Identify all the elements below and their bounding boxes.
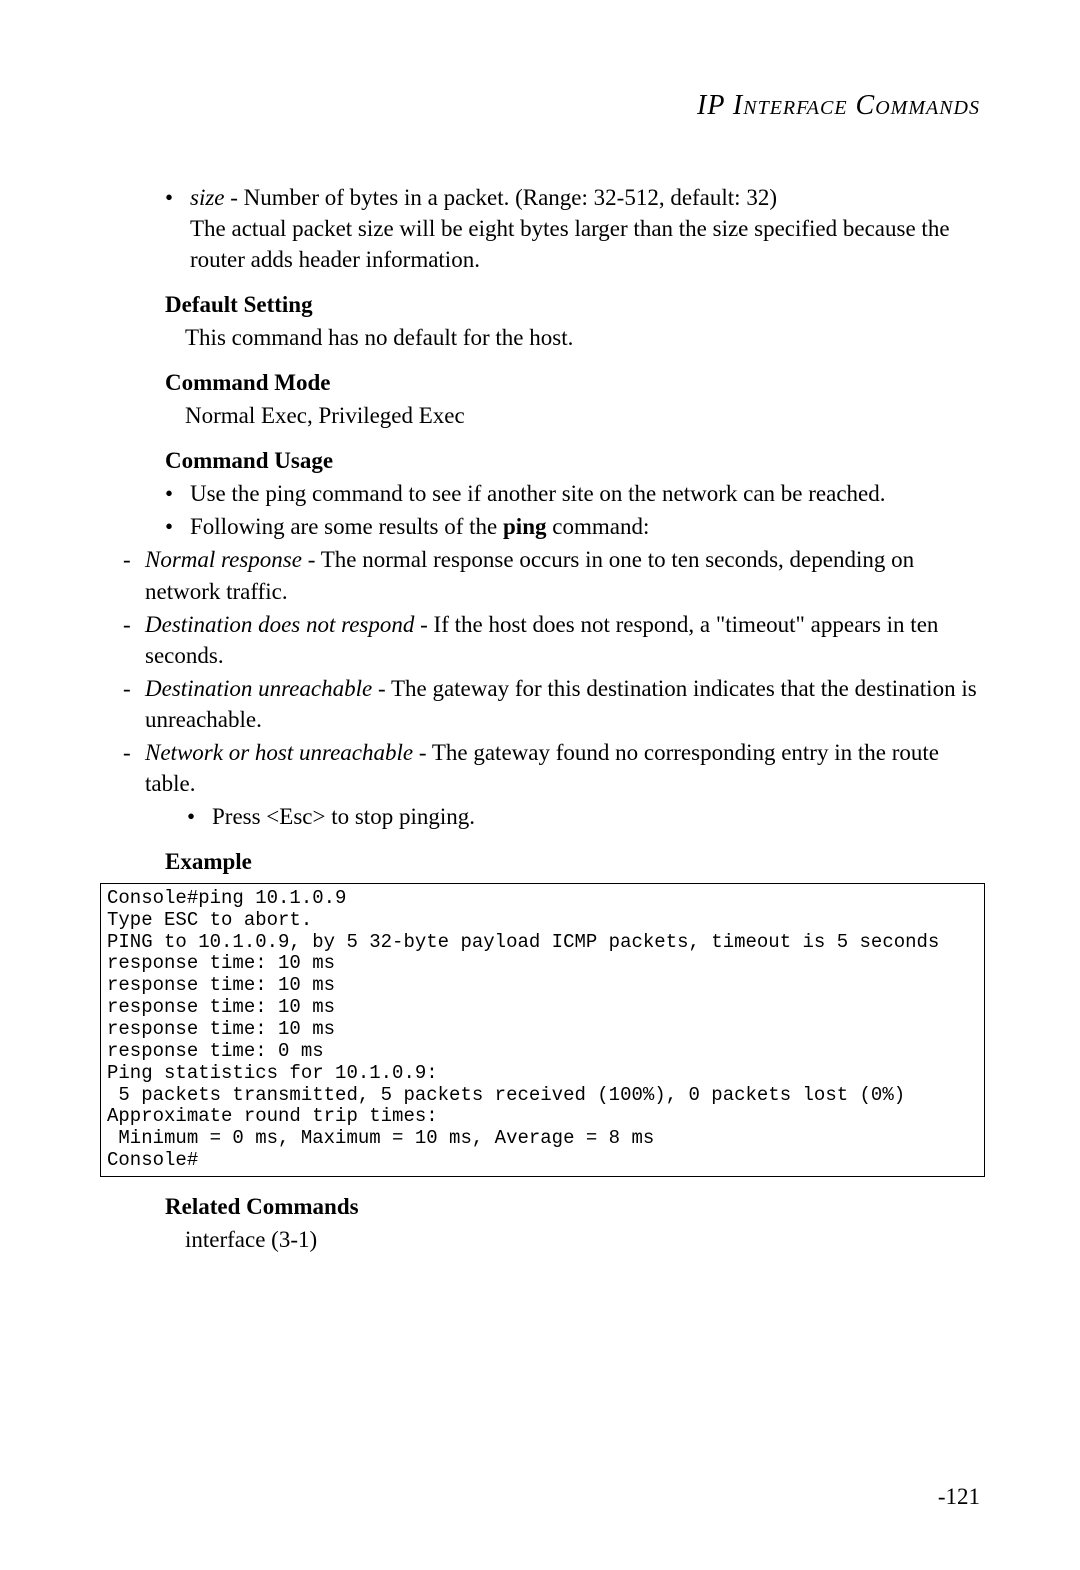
usage-b2-ping: ping xyxy=(503,514,546,539)
page: IP Interface Commands • size - Number of… xyxy=(0,0,1080,1255)
example-heading: Example xyxy=(100,846,980,877)
command-mode-heading: Command Mode xyxy=(100,367,980,398)
usage-dash-1-text: Normal response - The normal response oc… xyxy=(145,544,980,606)
example-code: Console#ping 10.1.0.9 Type ESC to abort.… xyxy=(100,883,985,1177)
bullet-icon: • xyxy=(165,511,190,542)
dash2-term: Destination does not respond xyxy=(145,612,414,637)
default-setting-heading: Default Setting xyxy=(100,289,980,320)
default-setting-body: This command has no default for the host… xyxy=(185,322,980,353)
usage-dash-3-text: Destination unreachable - The gateway fo… xyxy=(145,673,980,735)
usage-dash-4: - Network or host unreachable - The gate… xyxy=(123,737,980,799)
dash-icon: - xyxy=(123,609,145,671)
usage-dash-2: - Destination does not respond - If the … xyxy=(123,609,980,671)
bullet-icon: • xyxy=(165,182,190,275)
usage-b2-c: command: xyxy=(547,514,650,539)
size-desc1: - Number of bytes in a packet. (Range: 3… xyxy=(225,185,777,210)
dash1-term: Normal response xyxy=(145,547,302,572)
dash-icon: - xyxy=(123,544,145,606)
dash4-term: Network or host unreachable xyxy=(145,740,413,765)
page-header: IP Interface Commands xyxy=(100,90,980,122)
size-bullet-text: size - Number of bytes in a packet. (Ran… xyxy=(190,182,980,275)
usage-bullet-2-text: Following are some results of the ping c… xyxy=(190,511,980,542)
dash3-term: Destination unreachable xyxy=(145,676,372,701)
usage-b2-a: Following are some results of the xyxy=(190,514,503,539)
page-number: -121 xyxy=(938,1484,980,1510)
usage-bullet-2: • Following are some results of the ping… xyxy=(165,511,980,542)
usage-bullet-3: • Press <Esc> to stop pinging. xyxy=(187,801,980,832)
usage-bullet-1-text: Use the ping command to see if another s… xyxy=(190,478,980,509)
related-body: interface (3-1) xyxy=(185,1224,980,1255)
usage-bullet-3-text: Press <Esc> to stop pinging. xyxy=(212,801,980,832)
usage-dash-3: - Destination unreachable - The gateway … xyxy=(123,673,980,735)
usage-bullet-1: • Use the ping command to see if another… xyxy=(165,478,980,509)
size-label: size xyxy=(190,185,225,210)
bullet-icon: • xyxy=(187,801,212,832)
command-mode-body: Normal Exec, Privileged Exec xyxy=(185,400,980,431)
dash-icon: - xyxy=(123,673,145,735)
size-bullet: • size - Number of bytes in a packet. (R… xyxy=(165,182,980,275)
dash-icon: - xyxy=(123,737,145,799)
command-usage-heading: Command Usage xyxy=(100,445,980,476)
usage-dash-4-text: Network or host unreachable - The gatewa… xyxy=(145,737,980,799)
size-desc2: The actual packet size will be eight byt… xyxy=(190,213,980,275)
bullet-icon: • xyxy=(165,478,190,509)
usage-dash-1: - Normal response - The normal response … xyxy=(123,544,980,606)
usage-dash-2-text: Destination does not respond - If the ho… xyxy=(145,609,980,671)
related-heading: Related Commands xyxy=(100,1191,980,1222)
content-body: • size - Number of bytes in a packet. (R… xyxy=(100,182,980,1255)
